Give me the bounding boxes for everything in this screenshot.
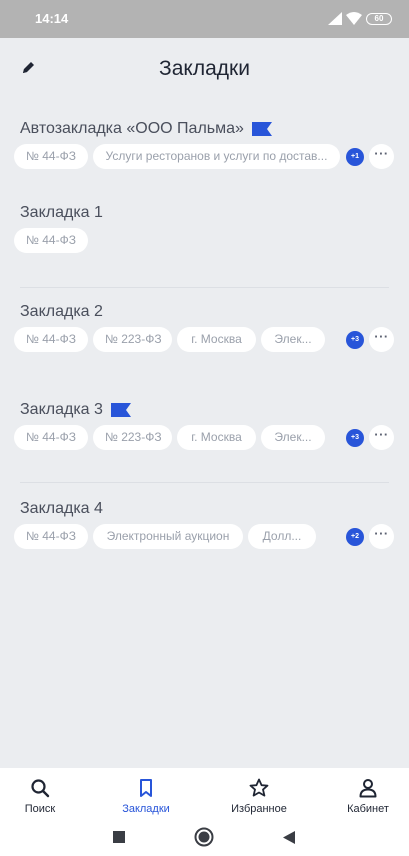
filter-chip[interactable]: г. Москва [177,327,256,352]
divider [20,287,389,288]
back-icon[interactable] [282,830,296,845]
extra-filters-badge: +1 [346,148,364,166]
filter-chip[interactable]: Элек... [261,327,325,352]
filter-chip[interactable]: № 44-ФЗ [14,228,88,253]
recent-apps-icon[interactable] [112,830,126,844]
filter-chip[interactable]: Услуги ресторанов и услуги по достав... [93,144,340,169]
bookmark-title: Закладка 2 [20,303,103,320]
tab-label: Поиск [24,803,56,815]
search-icon [31,779,50,798]
filter-chip[interactable]: г. Москва [177,425,256,450]
tab-label: Кабинет [347,803,389,815]
extra-filters-badge: +3 [346,331,364,349]
bookmark-title-row: Закладка 2 [20,303,103,321]
tab-account[interactable]: Кабинет [328,768,408,822]
more-button[interactable]: ··· [369,524,394,549]
extra-filters-badge: +3 [346,429,364,447]
battery-icon: 60 [366,12,392,25]
filter-chip[interactable]: Долл... [248,524,316,549]
page-title: Закладки [159,57,250,80]
divider [20,482,389,483]
tab-bookmarks[interactable]: Закладки [106,768,186,822]
extra-filters-badge: +2 [346,528,364,546]
system-nav-bar [0,822,409,856]
more-button[interactable]: ··· [369,425,394,450]
filter-chip[interactable]: № 223-ФЗ [93,327,172,352]
signal-icon [328,12,342,25]
status-bar: 14:14 60 [0,0,409,38]
filter-chip[interactable]: № 44-ФЗ [14,425,88,450]
filter-chip[interactable]: Электронный аукцион [93,524,243,549]
user-icon [359,779,377,798]
bookmark-title: Закладка 3 [20,401,103,418]
status-time: 14:14 [35,11,69,26]
tab-label: Закладки [122,803,170,815]
bookmark-title-row: Автозакладка «ООО Пальма» [20,120,272,138]
flag-icon [251,122,272,136]
bottom-tab-bar: Поиск Закладки Избранное Кабинет [0,768,409,822]
filter-chip[interactable]: № 223-ФЗ [93,425,172,450]
bookmark-icon [140,779,152,797]
bookmarks-screen: Закладки Автозакладка «ООО Пальма» № 44-… [0,38,409,768]
status-icons: 60 [328,12,392,25]
wifi-icon [346,12,362,25]
bookmark-title-row: Закладка 3 [20,401,131,419]
bookmark-title-row: Закладка 4 [20,500,103,518]
bookmark-title: Автозакладка «ООО Пальма» [20,120,244,137]
star-icon [249,778,269,797]
more-button[interactable]: ··· [369,144,394,169]
tab-search[interactable]: Поиск [0,768,80,822]
bookmark-title: Закладка 4 [20,500,103,517]
filter-chip[interactable]: Элек... [261,425,325,450]
flag-icon [110,403,131,417]
filter-chip[interactable]: № 44-ФЗ [14,144,88,169]
filter-chip[interactable]: № 44-ФЗ [14,524,88,549]
bookmark-title-row: Закладка 1 [20,204,103,222]
more-button[interactable]: ··· [369,327,394,352]
header: Закладки [0,38,409,100]
home-icon[interactable] [194,827,214,847]
tab-label: Избранное [231,803,287,815]
bookmark-title: Закладка 1 [20,204,103,221]
filter-chip[interactable]: № 44-ФЗ [14,327,88,352]
tab-favorites[interactable]: Избранное [214,768,304,822]
